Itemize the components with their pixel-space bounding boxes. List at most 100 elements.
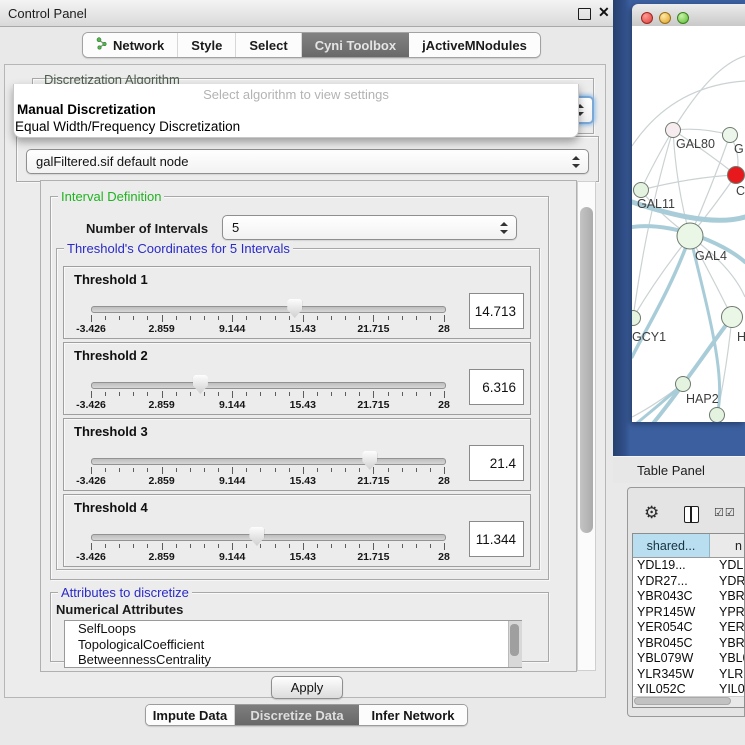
threshold-value-field[interactable]: 14.713 — [469, 293, 524, 329]
cell-name[interactable]: YBR0 — [714, 589, 744, 605]
cell-name[interactable]: YER0 — [714, 620, 744, 636]
tab-label: Cyni Toolbox — [315, 38, 396, 53]
tick-mark — [388, 316, 389, 320]
cell-shared-name[interactable]: YPR145W — [633, 605, 714, 621]
threshold-value-field[interactable]: 11.344 — [469, 521, 524, 557]
network-node-c[interactable] — [728, 167, 745, 184]
tab-discretize-data[interactable]: Discretize Data — [235, 705, 359, 725]
cell-shared-name[interactable]: YBR043C — [633, 589, 714, 605]
attribute-list-item[interactable]: SelfLoops — [65, 621, 521, 637]
slider-track[interactable] — [91, 458, 446, 465]
table-row[interactable]: YDL19...YDL1 — [633, 558, 744, 574]
table-row[interactable]: YER054CYER0 — [633, 620, 744, 636]
table-data-select[interactable]: galFiltered.sif default node — [26, 149, 589, 174]
slider-track[interactable] — [91, 306, 446, 313]
cell-shared-name[interactable]: YDL19... — [633, 558, 714, 574]
tick-mark — [147, 392, 148, 396]
column-header-name[interactable]: n — [710, 534, 744, 557]
horizontal-scrollbar-thumb[interactable] — [634, 697, 731, 705]
threshold-label: Threshold 4 — [74, 500, 148, 515]
column-header-shared-name[interactable]: shared... — [633, 534, 710, 557]
network-edge[interactable] — [641, 175, 736, 190]
table-row[interactable]: YBL079WYBL0 — [633, 651, 744, 667]
tick-mark — [147, 544, 148, 548]
tick-label: 9.144 — [219, 475, 245, 487]
settings-gear-icon[interactable]: ⚙ — [644, 503, 659, 523]
network-edge[interactable] — [673, 129, 730, 135]
cell-shared-name[interactable]: YBL079W — [633, 651, 714, 667]
tab-jactivemnodules[interactable]: jActiveMNodules — [409, 33, 540, 57]
tab-impute-data[interactable]: Impute Data — [146, 705, 235, 725]
network-node-g[interactable] — [723, 128, 738, 143]
slider-thumb[interactable] — [249, 527, 264, 546]
cell-name[interactable]: YBL0 — [714, 651, 744, 667]
minimize-traffic-light-icon[interactable] — [659, 12, 671, 24]
network-node-gal80[interactable] — [666, 123, 681, 138]
vertical-scrollbar-thumb[interactable] — [580, 207, 593, 533]
cell-name[interactable]: YPR1 — [714, 605, 744, 621]
slider-track[interactable] — [91, 382, 446, 389]
slider-thumb[interactable] — [193, 375, 208, 394]
tab-style[interactable]: Style — [178, 33, 236, 57]
network-window-titlebar[interactable] — [632, 4, 745, 27]
algorithm-option-manual[interactable]: Manual Discretization — [17, 102, 156, 117]
node-attribute-table[interactable]: shared...n YDL19...YDL1YDR27...YDR2YBR04… — [632, 533, 745, 708]
bottom-tab-bar: Impute DataDiscretize DataInfer Network — [145, 704, 468, 726]
network-node-gcy1[interactable] — [632, 311, 641, 326]
tab-cyni-toolbox[interactable]: Cyni Toolbox — [302, 33, 409, 57]
network-node-gal11[interactable] — [634, 183, 649, 198]
cell-shared-name[interactable]: YDR27... — [633, 574, 714, 590]
tab-infer-network[interactable]: Infer Network — [359, 705, 467, 725]
tick-mark — [105, 468, 106, 472]
tab-network[interactable]: Network — [83, 33, 178, 57]
threshold-panel-3: Threshold 3-3.4262.8599.14415.4321.71528… — [63, 418, 531, 491]
algorithm-hint-option[interactable]: Select algorithm to view settings — [14, 87, 578, 102]
table-row[interactable]: YLR345WYLR3 — [633, 667, 744, 683]
cell-shared-name[interactable]: YER054C — [633, 620, 714, 636]
tick-mark — [176, 468, 177, 472]
attribute-list-item[interactable]: TopologicalCoefficient — [65, 637, 521, 653]
threshold-value-field[interactable]: 21.4 — [469, 445, 524, 481]
threshold-value-field[interactable]: 6.316 — [469, 369, 524, 405]
table-row[interactable]: YPR145WYPR1 — [633, 605, 744, 621]
table-panel-titlebar: Table Panel — [613, 456, 745, 483]
cell-name[interactable]: YDR2 — [714, 574, 744, 590]
network-node[interactable] — [710, 408, 725, 423]
tick-label: 2.859 — [148, 551, 174, 563]
table-row[interactable]: YDR27...YDR2 — [633, 574, 744, 590]
tick-mark — [373, 391, 374, 398]
split-columns-icon[interactable] — [684, 506, 699, 523]
slider-track[interactable] — [91, 534, 446, 541]
tick-label: 28 — [438, 475, 450, 487]
algorithm-option-equal-width[interactable]: Equal Width/Frequency Discretization — [15, 119, 240, 134]
table-row[interactable]: YBR043CYBR0 — [633, 589, 744, 605]
close-traffic-light-icon[interactable] — [641, 12, 653, 24]
network-canvas[interactable]: GAL80GCGAL11GAL4GCY1HHAP2 — [632, 26, 745, 422]
tick-mark — [91, 391, 92, 398]
network-node-h[interactable] — [722, 307, 743, 328]
network-edge[interactable] — [673, 56, 745, 130]
attributes-list-scrollbar-thumb[interactable] — [510, 624, 519, 656]
network-edge[interactable] — [641, 130, 673, 190]
table-row[interactable]: YBR045CYBR0 — [633, 636, 744, 652]
tick-label: 2.859 — [148, 475, 174, 487]
cell-name[interactable]: YBR0 — [714, 636, 744, 652]
tick-mark — [246, 544, 247, 548]
float-window-icon[interactable] — [578, 8, 591, 20]
network-edge[interactable] — [633, 236, 690, 318]
cell-name[interactable]: YLR3 — [714, 667, 744, 683]
cell-shared-name[interactable]: YLR345W — [633, 667, 714, 683]
close-icon[interactable]: ✕ — [598, 4, 610, 21]
cell-shared-name[interactable]: YBR045C — [633, 636, 714, 652]
cell-name[interactable]: YDL1 — [714, 558, 744, 574]
network-node-hap2[interactable] — [676, 377, 691, 392]
number-of-intervals-select[interactable]: 5 — [222, 215, 517, 240]
numerical-attributes-list[interactable]: SelfLoopsTopologicalCoefficientBetweenne… — [64, 620, 522, 668]
zoom-traffic-light-icon[interactable] — [677, 12, 689, 24]
network-node-gal4[interactable] — [677, 223, 703, 249]
apply-button[interactable]: Apply — [271, 676, 343, 699]
attribute-list-item[interactable]: BetweennessCentrality — [65, 652, 521, 668]
tab-select[interactable]: Select — [236, 33, 301, 57]
slider-thumb[interactable] — [362, 451, 377, 470]
checkboxes-icon[interactable]: ☑☑ — [714, 506, 736, 519]
